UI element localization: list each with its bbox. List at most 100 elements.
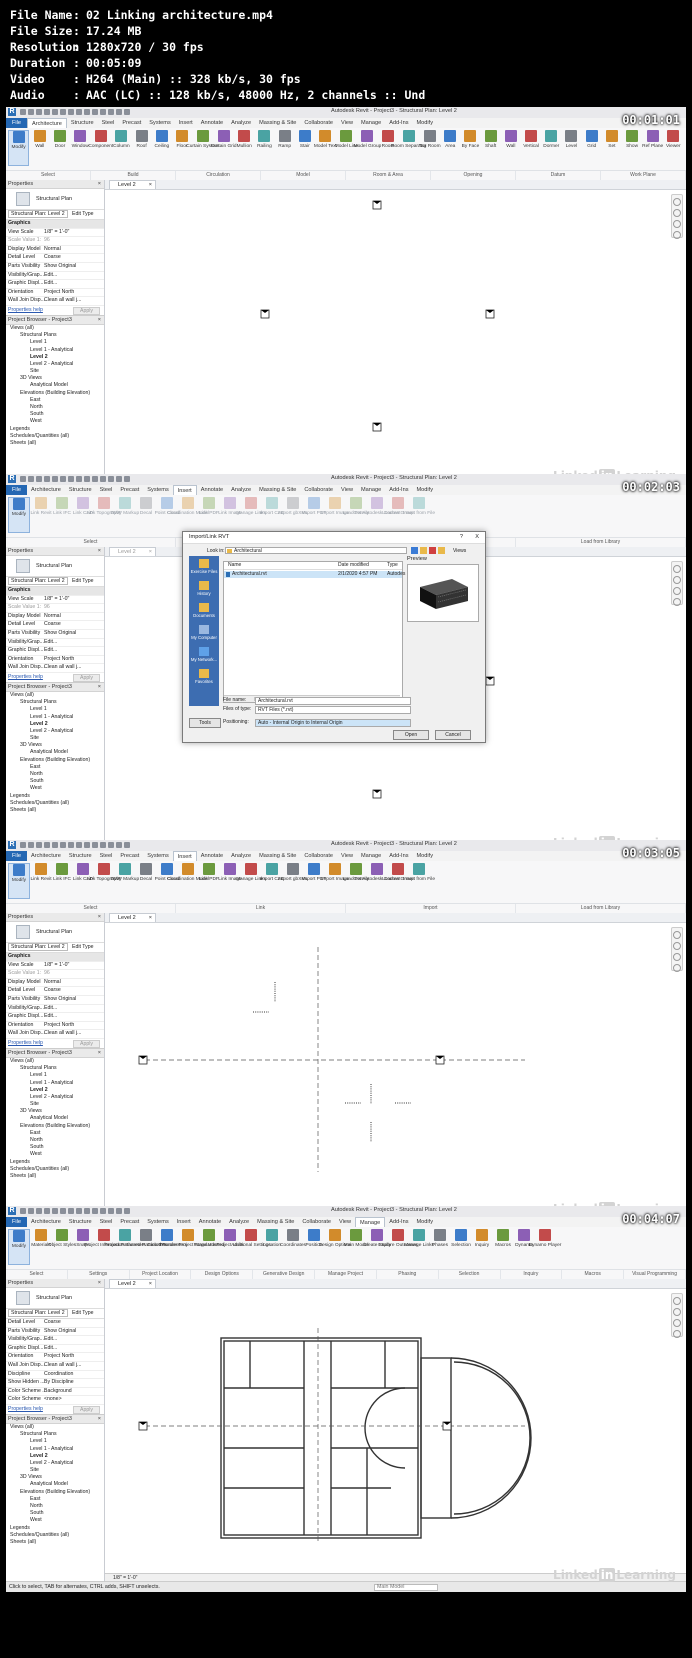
quick-access-icon[interactable] [108, 476, 114, 482]
quick-access-icon[interactable] [100, 1208, 106, 1214]
browser-item-east[interactable]: East [6, 1496, 104, 1503]
quick-access-icon[interactable] [76, 1208, 82, 1214]
tool-mullion-button[interactable]: Mullion [235, 130, 254, 166]
quick-access-icon[interactable] [36, 1208, 42, 1214]
property-value[interactable]: Coarse [44, 621, 61, 629]
property-value[interactable]: Clean all wall j... [44, 1030, 81, 1038]
quick-access-icon[interactable] [124, 1208, 130, 1214]
browser-item-legends[interactable]: Legends [6, 1159, 104, 1166]
tool-window-button[interactable]: Window [71, 130, 90, 166]
property-value[interactable]: Clean all wall j... [44, 664, 81, 672]
tool-model-group-button[interactable]: Model Group [354, 130, 381, 166]
browser-item-sheets-all[interactable]: Sheets (all) [6, 807, 104, 814]
tab-view[interactable]: View [337, 485, 357, 495]
properties-help-link[interactable]: Properties help [8, 1040, 43, 1046]
property-value[interactable]: Edit... [44, 1336, 57, 1344]
browser-item-south[interactable]: South [6, 1144, 104, 1151]
browser-item-level-1-analytical[interactable]: Level 1 - Analytical [6, 1080, 104, 1087]
instance-filter-select[interactable]: Structural Plan: Level 2 [8, 943, 68, 951]
browser-item-level-1[interactable]: Level 1 [6, 1438, 104, 1445]
quick-access-icon[interactable] [92, 842, 98, 848]
tab-manage[interactable]: Manage [355, 1216, 386, 1228]
drawing-canvas[interactable]: Level 2×1/8" = 1'-0" [105, 1279, 686, 1582]
tab-massing-site[interactable]: Massing & Site [255, 118, 300, 128]
tool-ceiling-button[interactable]: Ceiling [152, 130, 171, 166]
tab-add-ins[interactable]: Add-Ins [385, 118, 412, 128]
browser-close-icon[interactable]: × [98, 1049, 101, 1057]
tab-view[interactable]: View [337, 851, 357, 861]
property-value[interactable]: Clean all wall j... [44, 1362, 81, 1370]
tab-insert[interactable]: Insert [173, 1217, 195, 1227]
instance-filter-select[interactable]: Structural Plan: Level 2 [8, 1309, 68, 1317]
property-value[interactable]: Show Original [44, 263, 76, 271]
property-value[interactable]: Background [44, 1388, 72, 1396]
quick-access-icon[interactable] [20, 109, 26, 115]
browser-item-site[interactable]: Site [6, 735, 104, 742]
quick-access-icon[interactable] [108, 1208, 114, 1214]
quick-access-icon[interactable] [60, 842, 66, 848]
tab-steel[interactable]: Steel [96, 1217, 117, 1227]
tool-link-ifc-button[interactable]: Link IFC [52, 497, 72, 533]
browser-item-schedules-quantities-all[interactable]: Schedules/Quantities (all) [6, 433, 104, 440]
instance-filter-select[interactable]: Structural Plan: Level 2 [8, 210, 68, 218]
tab-steel[interactable]: Steel [96, 485, 117, 495]
tab-structure[interactable]: Structure [65, 485, 96, 495]
browser-item-views-all[interactable]: Views (all) [6, 1058, 104, 1065]
quick-access-icon[interactable] [84, 1208, 90, 1214]
quick-access-icon[interactable] [108, 109, 114, 115]
up-folder-icon[interactable] [420, 547, 427, 554]
tab-steel[interactable]: Steel [98, 118, 119, 128]
property-value[interactable]: Project North [44, 656, 74, 664]
tab-structure[interactable]: Structure [67, 118, 98, 128]
tool-insert-from-file-button[interactable]: Insert from File [403, 497, 435, 533]
tab-view[interactable]: View [335, 1217, 355, 1227]
property-value[interactable]: 96 [44, 604, 50, 612]
tool-selection-button[interactable]: Selection [451, 1229, 471, 1265]
browser-item-schedules-quantities-all[interactable]: Schedules/Quantities (all) [6, 1166, 104, 1173]
edit-type-button[interactable]: Edit Type [72, 210, 94, 219]
tool-location-button[interactable]: Location [262, 1229, 282, 1265]
browser-item-analytical-model[interactable]: Analytical Model [6, 1115, 104, 1122]
col-name[interactable]: Name [228, 562, 241, 569]
property-value[interactable]: Edit... [44, 280, 57, 288]
tab-systems[interactable]: Systems [145, 118, 174, 128]
tab-modify[interactable]: Modify [413, 485, 437, 495]
quick-access-icon[interactable] [60, 109, 66, 115]
tab-structure[interactable]: Structure [65, 851, 96, 861]
tab-massing-site[interactable]: Massing & Site [255, 485, 300, 495]
quick-access-icon[interactable] [28, 109, 34, 115]
browser-item-north[interactable]: North [6, 1137, 104, 1144]
quick-access-icon[interactable] [108, 842, 114, 848]
revit-logo-icon[interactable]: R [8, 108, 16, 116]
tools-button[interactable]: Tools [189, 718, 221, 728]
tool-room-separator-button[interactable]: Room Separator [391, 130, 426, 166]
browser-item-north[interactable]: North [6, 1503, 104, 1510]
properties-close-icon[interactable]: × [98, 180, 101, 188]
view-tab-level-2[interactable]: Level 2 × [109, 547, 156, 556]
tool-tag-room-button[interactable]: Tag Room [419, 130, 441, 166]
property-value[interactable]: Normal [44, 246, 61, 254]
place-documents[interactable]: Documents [189, 600, 219, 622]
tool-inquiry-button[interactable]: Inquiry [472, 1229, 492, 1265]
place-favorites[interactable]: Favorites [189, 666, 219, 688]
tool-show-button[interactable]: Show [622, 130, 641, 166]
tool-dormer-button[interactable]: Dormer [542, 130, 561, 166]
tool-coordination-model-button[interactable]: Coordination Model [167, 497, 209, 533]
property-value[interactable]: Edit... [44, 1013, 57, 1021]
property-value[interactable]: By Discipline [44, 1379, 74, 1387]
property-value[interactable]: Edit... [44, 639, 57, 647]
property-value[interactable]: Clean all wall j... [44, 297, 81, 305]
browser-item-sheets-all[interactable]: Sheets (all) [6, 1539, 104, 1546]
tab-analyze[interactable]: Analyze [227, 118, 255, 128]
browser-item-east[interactable]: East [6, 764, 104, 771]
tool-railing-button[interactable]: Railing [255, 130, 274, 166]
property-value[interactable]: Edit... [44, 272, 57, 280]
tool-insert-from-file-button[interactable]: Insert from File [403, 863, 435, 899]
tab-precast[interactable]: Precast [116, 851, 143, 861]
tab-analyze[interactable]: Analyze [225, 1217, 253, 1227]
tab-annotate[interactable]: Annotate [197, 118, 227, 128]
col-date[interactable]: Date modified [338, 562, 369, 569]
tool-link-pdf-button[interactable]: Link PDF [199, 863, 219, 899]
quick-access-icon[interactable] [124, 476, 130, 482]
tab-collaborate[interactable]: Collaborate [300, 485, 337, 495]
